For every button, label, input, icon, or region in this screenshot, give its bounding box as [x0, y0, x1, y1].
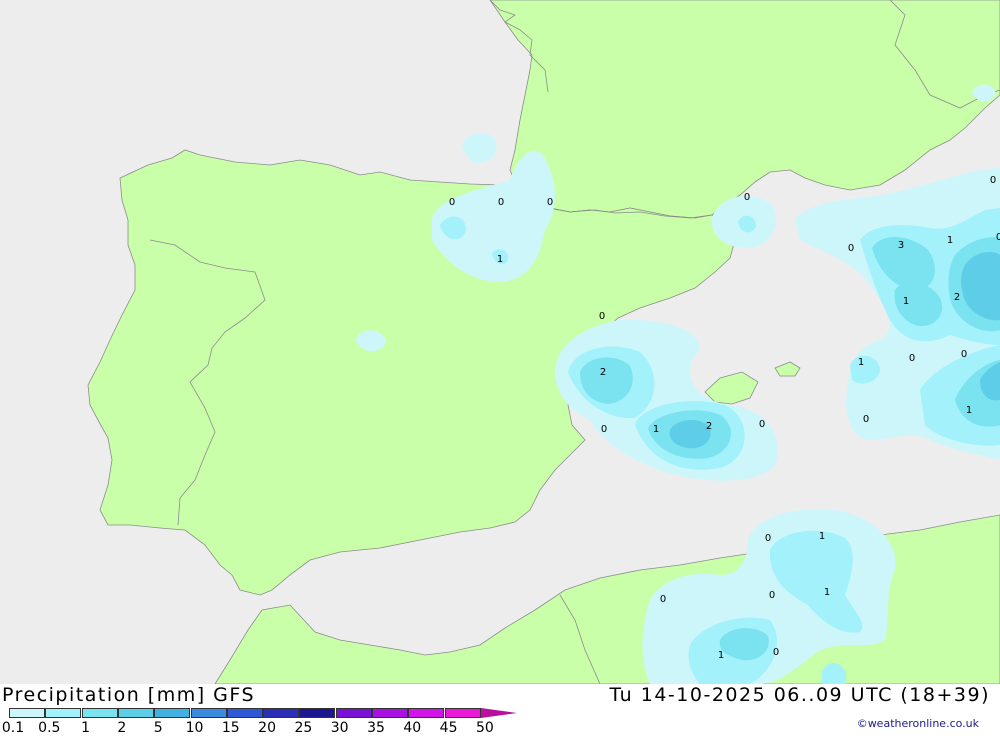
legend-tick-label: 1	[81, 720, 91, 736]
precip-value-label: 0	[759, 419, 765, 430]
precip-value-label: 0	[990, 175, 996, 186]
precip-value-label: 1	[718, 650, 724, 661]
precip-value-label: 1	[497, 254, 503, 265]
precip-value-label: 0	[863, 414, 869, 425]
legend-tick-label: 2	[117, 720, 127, 736]
precipitation-map: 0 0 0 1 0 0 2 0 1 2 0 0 3 1 1 2 0 1 0 0 0 1 0 1 0 1 0 1 0 0	[0, 0, 1000, 684]
legend-swatch	[408, 708, 445, 718]
legend-tick-label: 0.1	[1, 720, 25, 736]
precip-value-label: 0	[547, 197, 553, 208]
legend-swatch	[335, 708, 372, 718]
legend-tick-label: 40	[403, 720, 422, 736]
precip-value-label: 0	[765, 533, 771, 544]
legend-tick-label: 10	[185, 720, 204, 736]
legend-tick-label: 50	[475, 720, 494, 736]
precip-value-label: 1	[903, 296, 909, 307]
precip-value-label: 0	[449, 197, 455, 208]
precip-value-label: 2	[600, 367, 606, 378]
legend-swatch	[299, 708, 336, 718]
precip-value-label: 0	[848, 243, 854, 254]
precip-value-label: 0	[660, 594, 666, 605]
precip-value-label: 0	[961, 349, 967, 360]
legend-swatch	[81, 708, 118, 718]
legend-swatch	[117, 708, 154, 718]
precip-value-label: 0	[996, 232, 1000, 243]
precip-value-label: 1	[947, 235, 953, 246]
precip-value-label: 0	[909, 353, 915, 364]
credit-link[interactable]: ©weatheronline.co.uk	[857, 717, 979, 730]
precip-value-label: 0	[599, 311, 605, 322]
precip-value-label: 0	[601, 424, 607, 435]
legend-swatch	[190, 708, 227, 718]
precip-value-label: 1	[653, 424, 659, 435]
precip-value-label: 2	[954, 292, 960, 303]
legend-swatch	[45, 708, 82, 718]
legend-tick-label: 20	[258, 720, 277, 736]
legend-swatch	[480, 708, 517, 718]
legend-swatch	[226, 708, 263, 718]
map-canvas: 0 0 0 1 0 0 2 0 1 2 0 0 3 1 1 2 0 1 0 0 0 1 0 1 0 1 0 1 0 0	[0, 0, 1000, 684]
valid-time: Tu 14-10-2025 06..09 UTC (18+39)	[609, 684, 990, 706]
legend-tick-label: 15	[221, 720, 240, 736]
legend-tick-label: 0.5	[38, 720, 61, 736]
legend-swatch	[444, 708, 481, 718]
precip-value-label: 0	[773, 647, 779, 658]
legend-swatch	[9, 708, 45, 718]
legend-swatch	[372, 708, 408, 718]
precip-value-label: 1	[819, 531, 825, 542]
legend-tick-label: 35	[367, 720, 385, 736]
legend-swatch	[154, 708, 191, 718]
precip-value-label: 3	[898, 240, 904, 251]
precip-value-label: 0	[769, 590, 775, 601]
legend-tick-label: 5	[153, 720, 163, 736]
legend-swatch	[263, 708, 300, 718]
precip-value-label: 0	[498, 197, 504, 208]
legend-tick-label: 25	[294, 720, 313, 736]
precip-value-label: 2	[706, 421, 712, 432]
precip-value-label: 1	[858, 357, 864, 368]
map-title: Precipitation [mm] GFS	[2, 684, 256, 706]
precip-value-label: 1	[966, 405, 972, 416]
precip-value-label: 0	[744, 192, 750, 203]
legend-tick-label: 45	[439, 720, 458, 736]
precip-value-label: 1	[824, 587, 830, 598]
legend-tick-label: 30	[330, 720, 349, 736]
